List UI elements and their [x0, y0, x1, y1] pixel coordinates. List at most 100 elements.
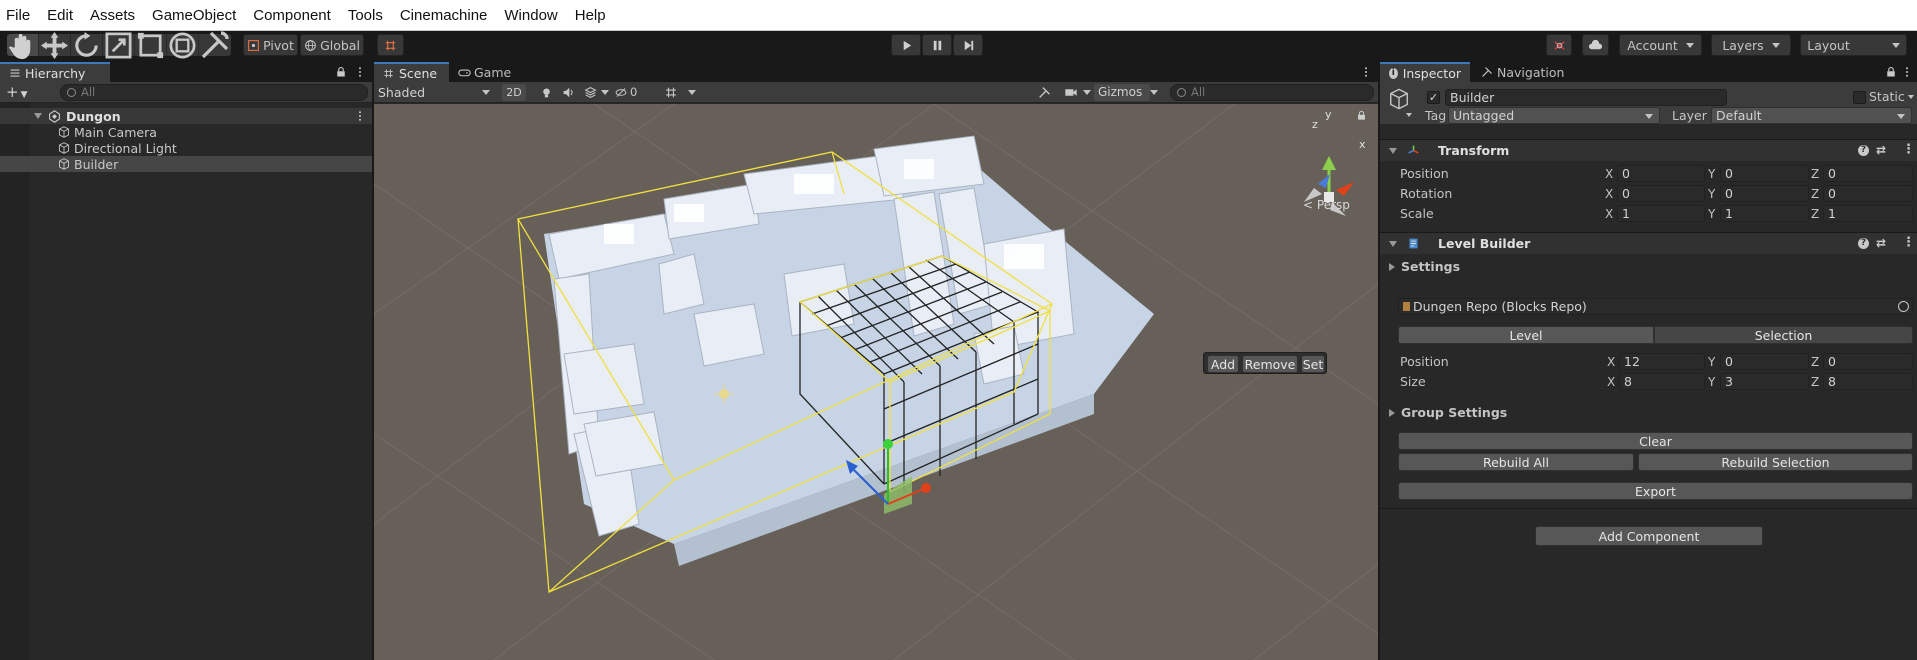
repo-object-field[interactable]: Dungen Repo (Blocks Repo): [1398, 298, 1913, 315]
kebab-menu-icon[interactable]: ⋮: [1902, 235, 1915, 250]
grid-visibility-icon[interactable]: [664, 86, 678, 99]
presets-icon[interactable]: ⇄: [1876, 236, 1886, 250]
level-size-x-field[interactable]: 8: [1619, 373, 1705, 390]
remove-button[interactable]: Remove: [1242, 355, 1298, 373]
rebuild-selection-button[interactable]: Rebuild Selection: [1638, 453, 1913, 471]
splitter[interactable]: [372, 62, 374, 660]
shading-mode-dropdown[interactable]: Shaded: [378, 84, 496, 101]
layer-dropdown[interactable]: Default: [1711, 107, 1912, 124]
play-button[interactable]: [891, 34, 921, 56]
hierarchy-item-main-camera[interactable]: Main Camera: [0, 124, 372, 140]
account-dropdown[interactable]: Account: [1619, 34, 1702, 56]
menu-window[interactable]: Window: [504, 7, 557, 24]
scene-viewport[interactable]: y x z < Persp Add Remove Set: [374, 104, 1378, 660]
rotation-x-field[interactable]: 0: [1617, 185, 1705, 202]
splitter[interactable]: [1378, 62, 1380, 660]
cloud-button[interactable]: [1582, 34, 1609, 56]
tab-inspector[interactable]: i Inspector: [1380, 62, 1470, 82]
menu-gameobject[interactable]: GameObject: [152, 7, 236, 24]
scale-tool-button[interactable]: [103, 32, 135, 58]
level-builder-component-header[interactable]: Level Builder ? ⇄ ⋮: [1380, 232, 1917, 254]
static-checkbox[interactable]: [1853, 91, 1866, 104]
menu-assets[interactable]: Assets: [90, 7, 135, 24]
rotate-tool-button[interactable]: [71, 31, 103, 57]
chevron-down-icon[interactable]: [1083, 90, 1091, 95]
kebab-menu-icon[interactable]: [1360, 66, 1372, 78]
custom-tool-button[interactable]: [199, 31, 231, 59]
layout-dropdown[interactable]: Layout: [1800, 34, 1907, 56]
scene-root-row[interactable]: Dungon: [0, 108, 372, 124]
object-name-field[interactable]: Builder: [1445, 89, 1727, 106]
hierarchy-search-input[interactable]: All: [60, 84, 368, 101]
level-mode-button[interactable]: Level: [1398, 326, 1654, 344]
scale-x-field[interactable]: 1: [1617, 205, 1705, 222]
effects-icon[interactable]: [584, 86, 597, 99]
projection-toggle[interactable]: < Persp: [1303, 198, 1350, 212]
chevron-down-icon[interactable]: [1406, 113, 1412, 117]
2d-toggle[interactable]: 2D: [502, 84, 526, 101]
level-position-y-field[interactable]: 0: [1720, 353, 1809, 370]
tab-hierarchy[interactable]: Hierarchy: [0, 62, 110, 82]
gizmos-dropdown[interactable]: Gizmos: [1094, 84, 1150, 101]
selection-mode-button[interactable]: Selection: [1654, 326, 1913, 344]
position-x-field[interactable]: 0: [1617, 165, 1705, 182]
expand-arrow-icon[interactable]: [34, 113, 42, 119]
transform-tool-button[interactable]: [167, 32, 199, 58]
hierarchy-item-directional-light[interactable]: Directional Light: [0, 140, 372, 156]
position-z-field[interactable]: 0: [1823, 165, 1913, 182]
position-y-field[interactable]: 0: [1720, 165, 1809, 182]
active-checkbox[interactable]: ✓: [1427, 91, 1440, 104]
hierarchy-item-builder[interactable]: Builder: [0, 156, 372, 172]
help-icon[interactable]: ?: [1858, 238, 1869, 249]
tag-dropdown[interactable]: Untagged: [1448, 107, 1660, 124]
rotation-y-field[interactable]: 0: [1720, 185, 1809, 202]
collab-button[interactable]: [1546, 34, 1572, 56]
tab-scene[interactable]: Scene: [374, 62, 449, 82]
level-position-z-field[interactable]: 0: [1823, 353, 1913, 370]
add-component-button[interactable]: Add Component: [1535, 526, 1763, 546]
static-label[interactable]: Static: [1869, 89, 1905, 104]
menu-help[interactable]: Help: [575, 7, 606, 24]
presets-icon[interactable]: ⇄: [1876, 143, 1886, 157]
rect-tool-button[interactable]: [135, 32, 167, 58]
add-button[interactable]: Add: [1207, 355, 1239, 373]
clear-button[interactable]: Clear: [1398, 432, 1913, 450]
lighting-icon[interactable]: [540, 86, 553, 99]
expand-arrow-icon[interactable]: [1389, 147, 1397, 154]
help-icon[interactable]: ?: [1858, 145, 1869, 156]
menu-cinemachine[interactable]: Cinemachine: [400, 7, 488, 24]
kebab-menu-icon[interactable]: [354, 66, 366, 78]
step-button[interactable]: [953, 34, 983, 56]
camera-icon[interactable]: [1064, 86, 1078, 99]
rotation-z-field[interactable]: 0: [1823, 185, 1913, 202]
kebab-menu-icon[interactable]: [1901, 66, 1913, 78]
object-picker-icon[interactable]: [1898, 301, 1909, 312]
scale-y-field[interactable]: 1: [1720, 205, 1809, 222]
level-position-x-field[interactable]: 12: [1619, 353, 1705, 370]
group-settings-foldout[interactable]: Group Settings: [1389, 405, 1507, 420]
chevron-down-icon[interactable]: [1908, 95, 1914, 99]
set-button[interactable]: Set: [1301, 355, 1325, 373]
global-toggle[interactable]: Global: [300, 34, 364, 56]
grid-snap-button[interactable]: [377, 34, 404, 56]
lock-icon[interactable]: [1356, 110, 1367, 121]
hand-tool-button[interactable]: [7, 33, 39, 59]
lock-icon[interactable]: [1885, 66, 1897, 78]
level-size-z-field[interactable]: 8: [1823, 373, 1913, 390]
scale-z-field[interactable]: 1: [1823, 205, 1913, 222]
pause-button[interactable]: [922, 34, 952, 56]
layers-dropdown[interactable]: Layers: [1711, 34, 1791, 56]
tab-navigation[interactable]: Navigation: [1472, 62, 1573, 82]
menu-edit[interactable]: Edit: [47, 7, 73, 24]
lock-icon[interactable]: [335, 66, 347, 78]
pivot-toggle[interactable]: Pivot: [243, 34, 298, 56]
create-button[interactable]: + ▼: [6, 85, 28, 102]
chevron-down-icon[interactable]: [1150, 90, 1158, 95]
transform-component-header[interactable]: Transform ? ⇄ ⋮: [1380, 139, 1917, 161]
audio-icon[interactable]: [562, 86, 575, 99]
scene-search-input[interactable]: All: [1170, 84, 1374, 101]
menu-file[interactable]: File: [6, 7, 30, 24]
kebab-menu-icon[interactable]: ⋮: [1902, 142, 1915, 157]
rebuild-all-button[interactable]: Rebuild All: [1398, 453, 1634, 471]
settings-foldout[interactable]: Settings: [1389, 259, 1460, 274]
